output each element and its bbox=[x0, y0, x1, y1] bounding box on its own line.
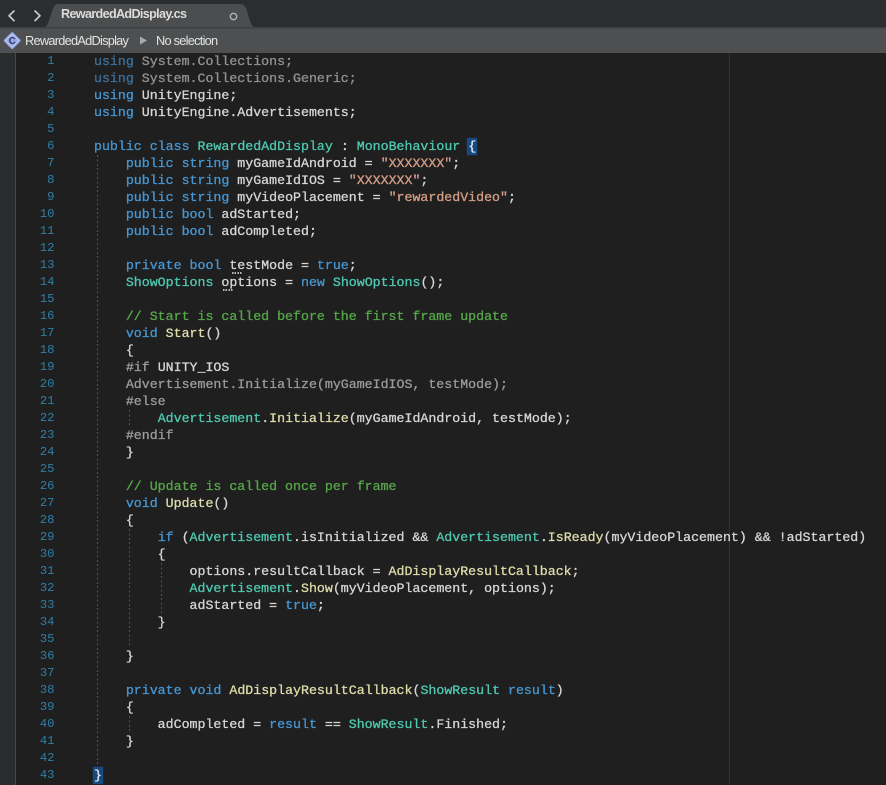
svg-text:C: C bbox=[9, 36, 16, 47]
